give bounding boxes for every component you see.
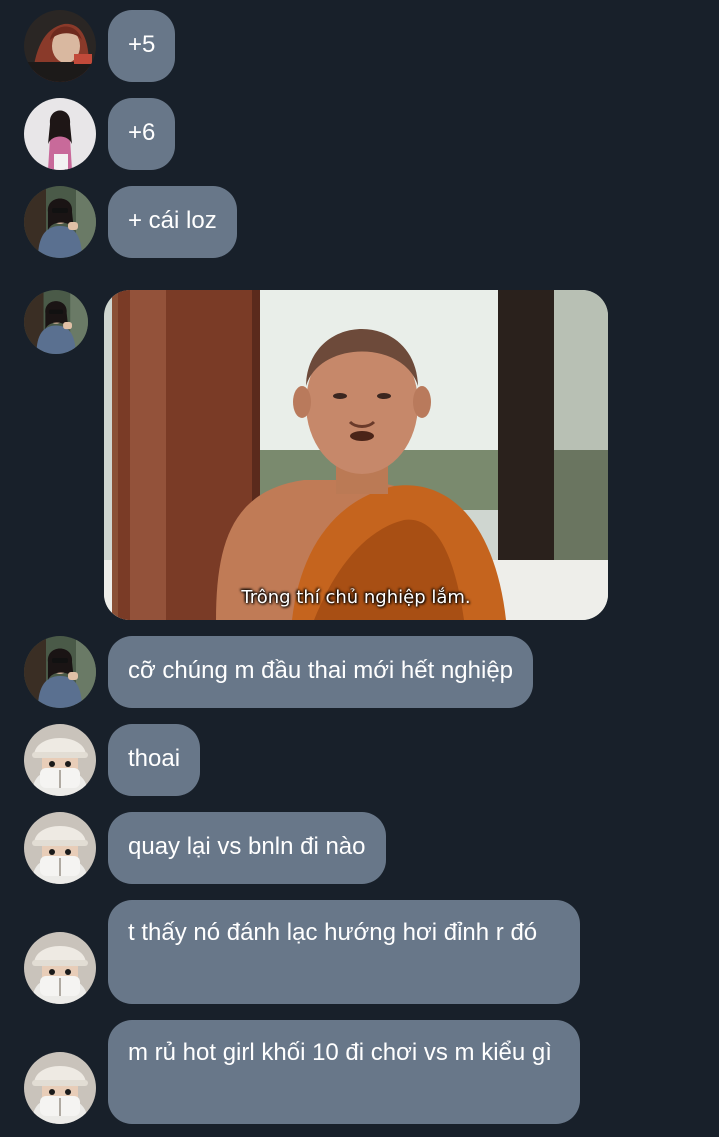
woman-sunglasses-avatar-icon (24, 186, 96, 258)
woman-sunglasses-avatar-icon (24, 290, 88, 354)
avatar[interactable] (24, 10, 96, 82)
message-bubble[interactable]: m rủ hot girl khối 10 đi chơi vs m kiểu … (108, 1020, 580, 1124)
monk-meme-image (104, 290, 608, 620)
avatar[interactable] (24, 812, 96, 884)
masked-girl-avatar-icon (24, 1052, 96, 1124)
message-bubble[interactable]: quay lại vs bnln đi nào (108, 812, 386, 884)
image-message[interactable]: Trông thí chủ nghiệp lắm. (104, 290, 608, 620)
avatar[interactable] (24, 290, 88, 354)
avatar[interactable] (24, 932, 96, 1004)
image-caption: Trông thí chủ nghiệp lắm. (241, 587, 471, 608)
woman-sunglasses-avatar-icon (24, 636, 96, 708)
woman-red-hair-avatar-icon (24, 10, 96, 82)
masked-girl-avatar-icon (24, 724, 96, 796)
message-bubble[interactable]: t thấy nó đánh lạc hướng hơi đỉnh r đó (108, 900, 580, 1004)
masked-girl-avatar-icon (24, 812, 96, 884)
avatar[interactable] (24, 186, 96, 258)
woman-pink-top-avatar-icon (24, 98, 96, 170)
message-bubble[interactable]: +5 (108, 10, 176, 82)
avatar[interactable] (24, 98, 96, 170)
message-bubble[interactable]: thoai (108, 724, 201, 796)
avatar[interactable] (24, 1052, 96, 1124)
message-bubble[interactable]: +6 (108, 98, 176, 170)
avatar[interactable] (24, 636, 96, 708)
masked-girl-avatar-icon (24, 932, 96, 1004)
message-bubble[interactable]: + cái loz (108, 186, 237, 258)
avatar[interactable] (24, 724, 96, 796)
message-bubble[interactable]: cỡ chúng m đầu thai mới hết nghiệp (108, 636, 534, 708)
